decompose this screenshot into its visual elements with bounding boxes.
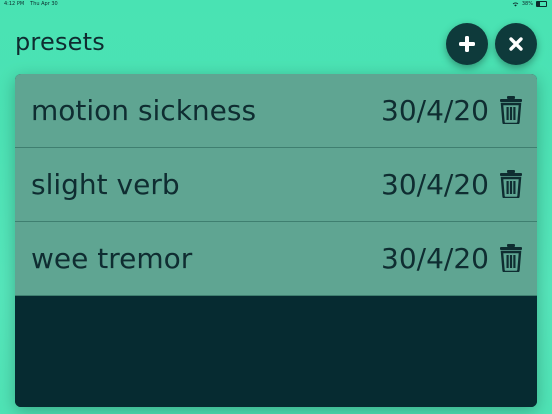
close-button[interactable] xyxy=(495,23,537,65)
status-right: 38% xyxy=(512,1,547,7)
status-time: 4:12 PM xyxy=(4,1,25,7)
preset-name: slight verb xyxy=(31,168,180,201)
preset-name: wee tremor xyxy=(31,242,193,275)
status-left: 4:12 PM Thu Apr 30 xyxy=(4,1,58,7)
battery-icon xyxy=(536,1,547,7)
preset-date: 30/4/20 xyxy=(381,94,489,127)
battery-percent: 38% xyxy=(521,1,533,7)
preset-date: 30/4/20 xyxy=(381,242,489,275)
page-title: presets xyxy=(15,28,105,56)
list-empty-area xyxy=(15,296,537,407)
plus-icon xyxy=(459,36,475,52)
status-bar: 4:12 PM Thu Apr 30 38% xyxy=(0,0,552,10)
trash-icon[interactable] xyxy=(499,244,523,272)
preset-row[interactable]: wee tremor 30/4/20 xyxy=(15,222,537,296)
trash-icon[interactable] xyxy=(499,96,523,124)
preset-row[interactable]: slight verb 30/4/20 xyxy=(15,148,537,222)
status-date: Thu Apr 30 xyxy=(30,1,58,7)
add-preset-button[interactable] xyxy=(446,23,488,65)
preset-name: motion sickness xyxy=(31,94,257,127)
preset-date: 30/4/20 xyxy=(381,168,489,201)
preset-row[interactable]: motion sickness 30/4/20 xyxy=(15,74,537,148)
close-icon xyxy=(509,37,523,51)
wifi-icon xyxy=(512,2,519,6)
preset-list: motion sickness 30/4/20 slight verb 30/4… xyxy=(15,74,537,407)
trash-icon[interactable] xyxy=(499,170,523,198)
